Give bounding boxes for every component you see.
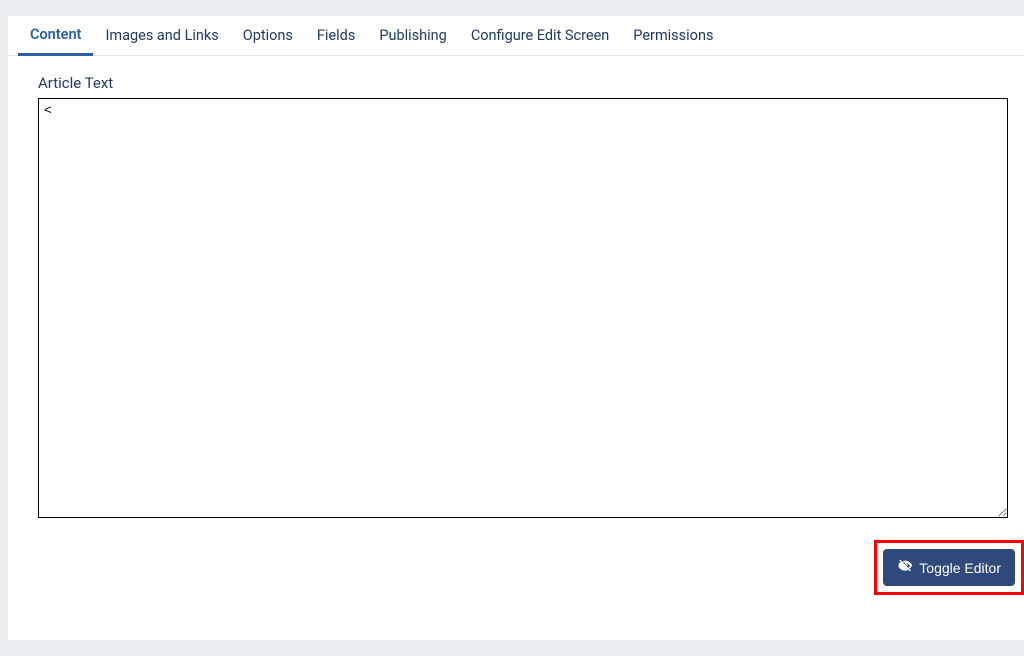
tab-fields[interactable]: Fields	[305, 16, 367, 56]
content-area: Article Text	[8, 56, 1024, 522]
toggle-row: Toggle Editor	[874, 540, 1024, 595]
toggle-editor-label: Toggle Editor	[919, 560, 1001, 576]
article-textarea[interactable]	[38, 98, 1008, 518]
editor-panel: Content Images and Links Options Fields …	[8, 16, 1024, 640]
tab-bar: Content Images and Links Options Fields …	[8, 16, 1024, 56]
tab-content[interactable]: Content	[18, 16, 93, 56]
toggle-editor-button[interactable]: Toggle Editor	[883, 549, 1015, 586]
article-text-label: Article Text	[38, 74, 994, 92]
tab-options[interactable]: Options	[231, 16, 305, 56]
highlight-annotation: Toggle Editor	[874, 540, 1024, 595]
tab-permissions[interactable]: Permissions	[621, 16, 725, 56]
tab-publishing[interactable]: Publishing	[367, 16, 458, 56]
tab-images-links[interactable]: Images and Links	[93, 16, 230, 56]
tab-configure-edit-screen[interactable]: Configure Edit Screen	[459, 16, 621, 56]
eye-slash-icon	[897, 558, 913, 577]
